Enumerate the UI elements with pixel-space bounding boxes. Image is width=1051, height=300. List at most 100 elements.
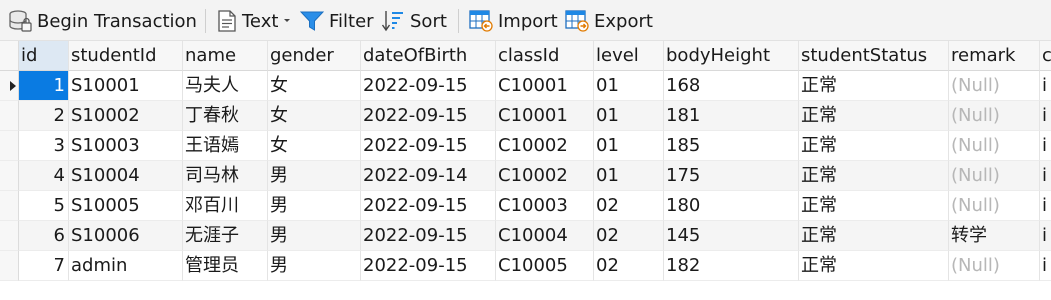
column-header-name[interactable]: name (183, 41, 268, 71)
export-button[interactable]: Export (565, 8, 653, 34)
cell-gender[interactable]: 男 (268, 251, 361, 281)
row-header[interactable] (0, 191, 19, 221)
cell-bodyheight[interactable]: 180 (664, 191, 799, 221)
cell-bodyheight[interactable]: 182 (664, 251, 799, 281)
cell-studentstatus[interactable]: 正常 (799, 131, 949, 161)
sort-button[interactable]: Sort (381, 8, 447, 34)
cell-name[interactable]: 管理员 (183, 251, 268, 281)
cell-dateofbirth[interactable]: 2022-09-15 (361, 221, 496, 251)
cell-classid[interactable]: C10003 (496, 191, 594, 221)
cell-truncated[interactable]: i (1040, 101, 1051, 131)
cell-bodyheight[interactable]: 145 (664, 221, 799, 251)
table-row[interactable]: 4 S10004 司马林 男 2022-09-14 C10002 01 175 … (0, 161, 1051, 191)
column-header-truncated[interactable]: c (1040, 41, 1051, 71)
cell-level[interactable]: 01 (594, 161, 664, 191)
cell-studentid[interactable]: S10002 (69, 101, 183, 131)
cell-truncated[interactable]: i (1040, 221, 1051, 251)
row-header[interactable] (0, 251, 19, 281)
row-header[interactable] (0, 131, 19, 161)
row-header[interactable] (0, 71, 19, 101)
cell-remark[interactable]: (Null) (949, 101, 1040, 131)
cell-dateofbirth[interactable]: 2022-09-15 (361, 251, 496, 281)
cell-studentid[interactable]: admin (69, 251, 183, 281)
column-header-dateofbirth[interactable]: dateOfBirth (361, 41, 496, 71)
cell-level[interactable]: 02 (594, 221, 664, 251)
cell-id[interactable]: 6 (19, 221, 69, 251)
column-header-gender[interactable]: gender (268, 41, 361, 71)
table-row[interactable]: 5 S10005 邓百川 男 2022-09-15 C10003 02 180 … (0, 191, 1051, 221)
cell-remark[interactable]: (Null) (949, 131, 1040, 161)
cell-level[interactable]: 01 (594, 71, 664, 101)
cell-name[interactable]: 无涯子 (183, 221, 268, 251)
cell-dateofbirth[interactable]: 2022-09-15 (361, 101, 496, 131)
cell-level[interactable]: 01 (594, 131, 664, 161)
cell-level[interactable]: 01 (594, 101, 664, 131)
cell-id[interactable]: 1 (19, 71, 69, 101)
cell-gender[interactable]: 男 (268, 161, 361, 191)
begin-transaction-button[interactable]: Begin Transaction (8, 8, 197, 34)
cell-studentid[interactable]: S10001 (69, 71, 183, 101)
table-row[interactable]: 6 S10006 无涯子 男 2022-09-15 C10004 02 145 … (0, 221, 1051, 251)
cell-id[interactable]: 2 (19, 101, 69, 131)
cell-classid[interactable]: C10001 (496, 101, 594, 131)
cell-id[interactable]: 5 (19, 191, 69, 221)
cell-studentstatus[interactable]: 正常 (799, 191, 949, 221)
column-header-bodyheight[interactable]: bodyHeight (664, 41, 799, 71)
cell-studentstatus[interactable]: 正常 (799, 251, 949, 281)
table-row[interactable]: 1 S10001 马夫人 女 2022-09-15 C10001 01 168 … (0, 71, 1051, 101)
cell-gender[interactable]: 男 (268, 191, 361, 221)
cell-level[interactable]: 02 (594, 191, 664, 221)
cell-gender[interactable]: 女 (268, 131, 361, 161)
row-header[interactable] (0, 101, 19, 131)
table-row[interactable]: 3 S10003 王语嫣 女 2022-09-15 C10002 01 185 … (0, 131, 1051, 161)
cell-truncated[interactable]: i (1040, 161, 1051, 191)
cell-studentid[interactable]: S10003 (69, 131, 183, 161)
cell-truncated[interactable]: i (1040, 131, 1051, 161)
cell-gender[interactable]: 男 (268, 221, 361, 251)
cell-studentstatus[interactable]: 正常 (799, 101, 949, 131)
cell-bodyheight[interactable]: 175 (664, 161, 799, 191)
cell-name[interactable]: 马夫人 (183, 71, 268, 101)
column-header-remark[interactable]: remark (949, 41, 1040, 71)
text-button[interactable]: Text (217, 8, 292, 34)
cell-truncated[interactable]: i (1040, 251, 1051, 281)
column-header-level[interactable]: level (594, 41, 664, 71)
row-header[interactable] (0, 161, 19, 191)
cell-studentstatus[interactable]: 正常 (799, 221, 949, 251)
cell-classid[interactable]: C10005 (496, 251, 594, 281)
cell-remark[interactable]: (Null) (949, 251, 1040, 281)
cell-truncated[interactable]: i (1040, 191, 1051, 221)
cell-bodyheight[interactable]: 185 (664, 131, 799, 161)
table-row[interactable]: 2 S10002 丁春秋 女 2022-09-15 C10001 01 181 … (0, 101, 1051, 131)
cell-dateofbirth[interactable]: 2022-09-14 (361, 161, 496, 191)
cell-studentstatus[interactable]: 正常 (799, 71, 949, 101)
cell-gender[interactable]: 女 (268, 71, 361, 101)
row-header[interactable] (0, 221, 19, 251)
cell-studentid[interactable]: S10006 (69, 221, 183, 251)
cell-remark[interactable]: (Null) (949, 161, 1040, 191)
cell-remark[interactable]: (Null) (949, 191, 1040, 221)
cell-name[interactable]: 王语嫣 (183, 131, 268, 161)
cell-id[interactable]: 7 (19, 251, 69, 281)
cell-bodyheight[interactable]: 181 (664, 101, 799, 131)
cell-classid[interactable]: C10002 (496, 161, 594, 191)
import-button[interactable]: Import (469, 8, 558, 34)
column-header-id[interactable]: id (19, 41, 69, 71)
column-header-studentid[interactable]: studentId (69, 41, 183, 71)
cell-name[interactable]: 丁春秋 (183, 101, 268, 131)
table-row[interactable]: 7 admin 管理员 男 2022-09-15 C10005 02 182 正… (0, 251, 1051, 281)
cell-classid[interactable]: C10001 (496, 71, 594, 101)
cell-level[interactable]: 02 (594, 251, 664, 281)
cell-bodyheight[interactable]: 168 (664, 71, 799, 101)
cell-dateofbirth[interactable]: 2022-09-15 (361, 71, 496, 101)
cell-studentid[interactable]: S10005 (69, 191, 183, 221)
cell-remark[interactable]: 转学 (949, 221, 1040, 251)
cell-dateofbirth[interactable]: 2022-09-15 (361, 131, 496, 161)
cell-remark[interactable]: (Null) (949, 71, 1040, 101)
cell-studentstatus[interactable]: 正常 (799, 161, 949, 191)
cell-dateofbirth[interactable]: 2022-09-15 (361, 191, 496, 221)
cell-name[interactable]: 邓百川 (183, 191, 268, 221)
filter-button[interactable]: Filter (300, 8, 374, 34)
cell-name[interactable]: 司马林 (183, 161, 268, 191)
column-header-studentstatus[interactable]: studentStatus (799, 41, 949, 71)
